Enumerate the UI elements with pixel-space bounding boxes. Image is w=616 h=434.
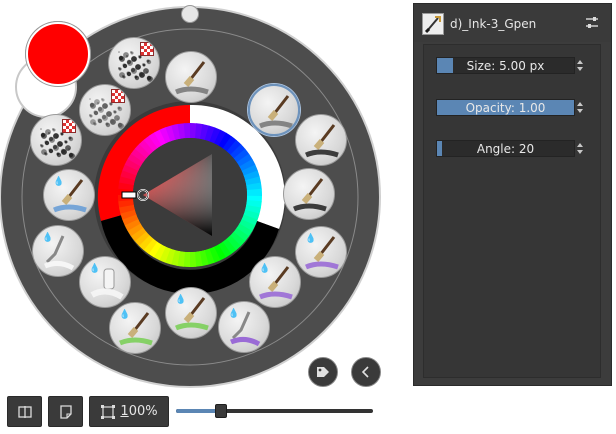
palette-knife-icon [230,311,261,347]
brush-settings-panel: d)_Ink-3_Gpen Size: 5.00 px Opacity: 1.0… [413,3,612,386]
wet-drop-icon: 💧 [175,295,187,305]
mirror-view-button[interactable] [7,396,42,427]
zoom-level: 100% [120,404,158,419]
palette-rotate-handle[interactable] [181,5,199,23]
preset-texture-spray[interactable] [108,37,160,89]
wet-brush-icon [305,236,339,270]
texture-badge-icon [111,89,125,103]
settings-header: d)_Ink-3_Gpen [414,4,611,42]
angle-label: Angle: 20 [476,141,535,156]
preset-blender-green[interactable]: 💧 [165,287,217,339]
wet-drop-icon: 💧 [305,234,317,244]
bristle-brush-icon [293,178,327,212]
size-slider[interactable]: Size: 5.00 px [436,57,575,74]
popup-palette: 💧 💧 💧 💧 💧 💧 💧 💧 [0,0,390,390]
wet-drop-icon: 💧 [53,177,65,187]
zoom-slider-track[interactable] [176,409,373,413]
blender-brush-icon [175,297,209,331]
opacity-slider[interactable]: Opacity: 1.00 [436,99,575,116]
wet-drop-icon: 💧 [228,309,240,319]
canvas-only-button[interactable] [48,396,83,427]
zoom-slider-handle[interactable] [215,404,228,418]
mirror-icon [17,405,32,418]
paint-brush-icon [175,61,209,95]
preset-wet-blue[interactable]: 💧 [43,169,95,221]
tag-icon [317,367,329,377]
collapse-button[interactable] [351,357,381,387]
preset-wet-purple[interactable]: 💧 [295,226,347,278]
texture-badge-icon [140,42,154,56]
foreground-color-front[interactable] [26,22,90,86]
paint-tube-icon [90,268,124,300]
preset-texture-light[interactable] [79,84,131,136]
fit-to-page-icon [101,404,116,419]
wet-brush-icon [53,179,87,213]
angle-spin-arrows[interactable] [575,140,585,157]
preset-palette-knife-purple[interactable]: 💧 [218,301,270,353]
size-label: Size: 5.00 px [466,58,545,73]
chevron-left-icon [361,366,369,378]
wet-drop-icon: 💧 [259,264,271,274]
opacity-spin-arrows[interactable] [575,99,585,116]
preset-fan-purple[interactable]: 💧 [249,256,301,308]
wet-drop-icon: 💧 [89,264,101,274]
preset-brush-soft-gray[interactable] [165,51,217,103]
size-spin-arrows[interactable] [575,57,585,74]
preset-name: d)_Ink-3_Gpen [450,17,537,31]
sliders-options-icon[interactable] [584,15,600,31]
tag-button[interactable] [308,357,338,387]
preset-palette-knife-white[interactable]: 💧 [32,225,84,277]
ink-pen-icon [259,95,293,129]
ink-pen-icon [424,16,441,34]
preset-round-green[interactable]: 💧 [109,302,161,354]
preset-texture-dark[interactable] [30,114,82,166]
opacity-label: Opacity: 1.00 [465,100,546,115]
preset-bristle-dots[interactable] [283,168,335,220]
preset-thumbnail [422,13,444,35]
wet-drop-icon: 💧 [119,310,131,320]
palette-knife-icon [44,235,75,271]
preset-tube-white[interactable]: 💧 [79,256,131,308]
preset-ink-gpen[interactable] [248,84,300,136]
angle-slider[interactable]: Angle: 20 [436,140,575,157]
wet-drop-icon: 💧 [42,233,54,243]
texture-badge-icon [62,119,76,133]
settings-body: Size: 5.00 px Opacity: 1.00 Angle: 20 [423,44,601,378]
round-brush-icon [119,312,153,346]
page-icon [59,404,72,419]
zoom-button[interactable]: 100% [89,396,169,427]
preset-bristle-brush[interactable] [295,114,347,166]
bristle-brush-icon [305,124,339,158]
fan-brush-icon [259,266,293,300]
hue-selector[interactable] [121,191,137,199]
